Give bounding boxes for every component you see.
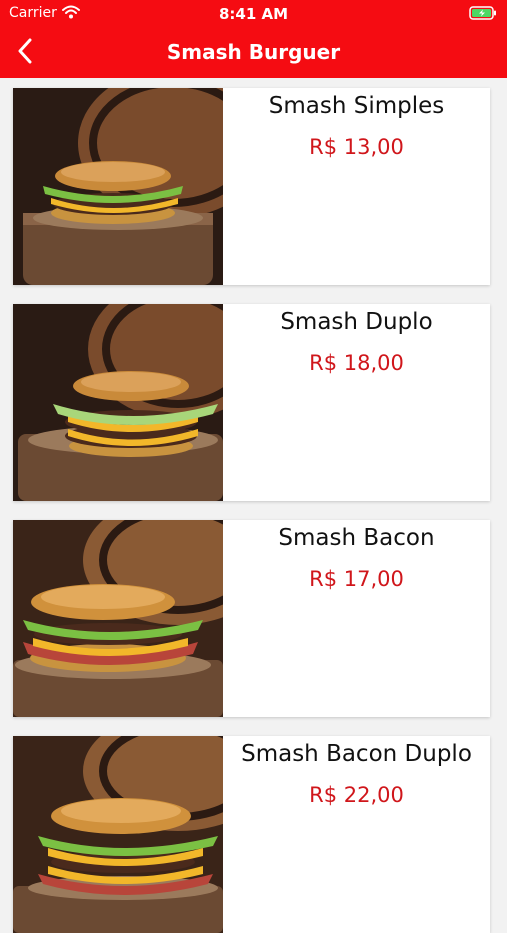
status-bar: Carrier 8:41 AM [0, 0, 507, 28]
page-title: Smash Burguer [166, 40, 341, 64]
product-image [13, 520, 223, 717]
product-name: Smash Bacon [278, 525, 435, 551]
product-price: R$ 18,00 [309, 351, 404, 375]
nav-bar: Smash Burguer [0, 28, 507, 78]
status-time: 8:41 AM [218, 5, 289, 23]
product-price: R$ 13,00 [309, 135, 404, 159]
product-card[interactable]: Smash Simples R$ 13,00 [13, 88, 490, 285]
product-price: R$ 22,00 [309, 783, 404, 807]
product-price: R$ 17,00 [309, 567, 404, 591]
battery-charging-icon [469, 6, 497, 25]
product-card[interactable]: Smash Bacon R$ 17,00 [13, 520, 490, 717]
product-image [13, 88, 223, 285]
product-name: Smash Duplo [280, 309, 433, 335]
back-button[interactable] [6, 34, 44, 72]
product-image [13, 736, 223, 933]
chevron-left-icon [17, 38, 33, 69]
product-name: Smash Simples [268, 93, 445, 119]
product-name: Smash Bacon Duplo [241, 741, 472, 767]
product-card[interactable]: Smash Duplo R$ 18,00 [13, 304, 490, 501]
product-card[interactable]: Smash Bacon Duplo R$ 22,00 [13, 736, 490, 933]
product-image [13, 304, 223, 501]
